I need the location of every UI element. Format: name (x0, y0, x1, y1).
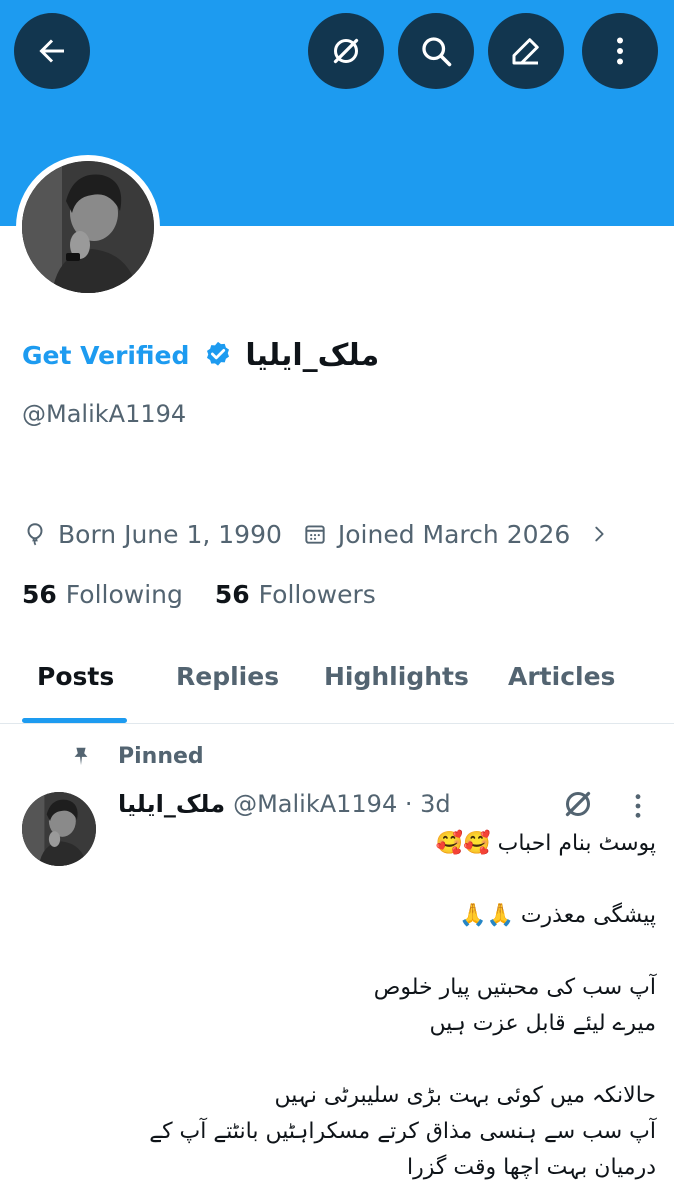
avatar-photo (22, 161, 154, 293)
display-name: ملک_ایلیا (245, 337, 380, 373)
post-body[interactable]: پوسٹ بنام احباب 🥰🥰 پیشگی معذرت 🙏🙏 آپ سب … (118, 826, 656, 1186)
name-row: Get Verified ملک_ایلیا (22, 330, 379, 380)
post-author-avatar[interactable] (22, 792, 96, 866)
search-icon (422, 37, 452, 67)
post-line: آپ سب سے ہنسی مذاق کرتے مسکراہٹیں بانٹتے… (149, 1119, 656, 1144)
post-line (118, 1042, 656, 1078)
balloon-icon (27, 523, 43, 546)
pin-icon (74, 747, 88, 766)
more-vertical-icon (617, 37, 623, 65)
post-line: آپ سب کی محبتیں پیار خلوص (373, 975, 656, 1000)
profile-avatar[interactable] (16, 155, 160, 299)
following-count: 56 (22, 579, 57, 609)
post-line: پوسٹ بنام احباب 🥰🥰 (435, 831, 656, 856)
calendar-icon (305, 525, 325, 544)
arrow-left-icon (39, 39, 64, 63)
following-label: Following (65, 579, 183, 609)
follow-counts: 56 Following 56 Followers (22, 574, 376, 614)
tab-highlights[interactable]: Highlights (324, 662, 469, 691)
post-author-name[interactable]: ملک_ایلیا (118, 790, 225, 818)
followers-label: Followers (258, 579, 376, 609)
followers-link[interactable]: 56 Followers (215, 580, 376, 609)
active-tab-indicator (22, 718, 127, 723)
back-button[interactable] (14, 13, 90, 89)
edit-pencil-icon (512, 38, 539, 65)
chevron-right-icon[interactable] (588, 523, 610, 545)
avatar-photo (22, 792, 96, 866)
get-verified-link[interactable]: Get Verified (22, 341, 189, 370)
search-button[interactable] (398, 13, 474, 89)
followers-count: 56 (214, 579, 250, 609)
more-button[interactable] (582, 13, 658, 89)
pinned-label: Pinned (70, 738, 204, 774)
profile-handle: @MalikA1194 (22, 400, 187, 428)
post-line (118, 862, 656, 898)
grok-icon (333, 38, 359, 64)
birthday-text: Born June 1, 1990 (58, 519, 282, 549)
more-vertical-icon[interactable] (628, 790, 648, 822)
tab-replies[interactable]: Replies (176, 662, 279, 691)
post-header: ملک_ایلیا @MalikA1194 · 3d (118, 786, 451, 822)
tab-articles[interactable]: Articles (508, 662, 615, 691)
post-line: پیشگی معذرت 🙏🙏 (459, 903, 656, 928)
joined-text: Joined March 2026 (337, 519, 571, 549)
edit-button[interactable] (488, 13, 564, 89)
grok-button[interactable] (308, 13, 384, 89)
post-line: درمیان بہت اچھا وقت گزرا (407, 1155, 656, 1180)
verified-badge-icon[interactable] (203, 340, 233, 370)
post-handle-time[interactable]: @MalikA1194 · 3d (233, 790, 451, 818)
profile-tabs: Posts Replies Highlights Articles (0, 650, 674, 724)
birthday-item: Born June 1, 1990 (22, 520, 282, 549)
following-link[interactable]: 56 Following (22, 580, 183, 609)
pinned-text: Pinned (118, 743, 204, 769)
tab-posts[interactable]: Posts (37, 662, 114, 691)
post-line: حالانکہ میں کوئی بہت بڑی سلیبرٹی نہیں (274, 1083, 656, 1108)
grok-icon[interactable] (560, 786, 596, 822)
post-line: میرے لیئے قابل عزت ہیں (429, 1011, 656, 1036)
joined-item: Joined March 2026 (302, 520, 570, 549)
profile-meta-row[interactable]: Born June 1, 1990 Joined March 2026 (22, 512, 610, 556)
post-line (118, 934, 656, 970)
avatar (22, 161, 154, 293)
